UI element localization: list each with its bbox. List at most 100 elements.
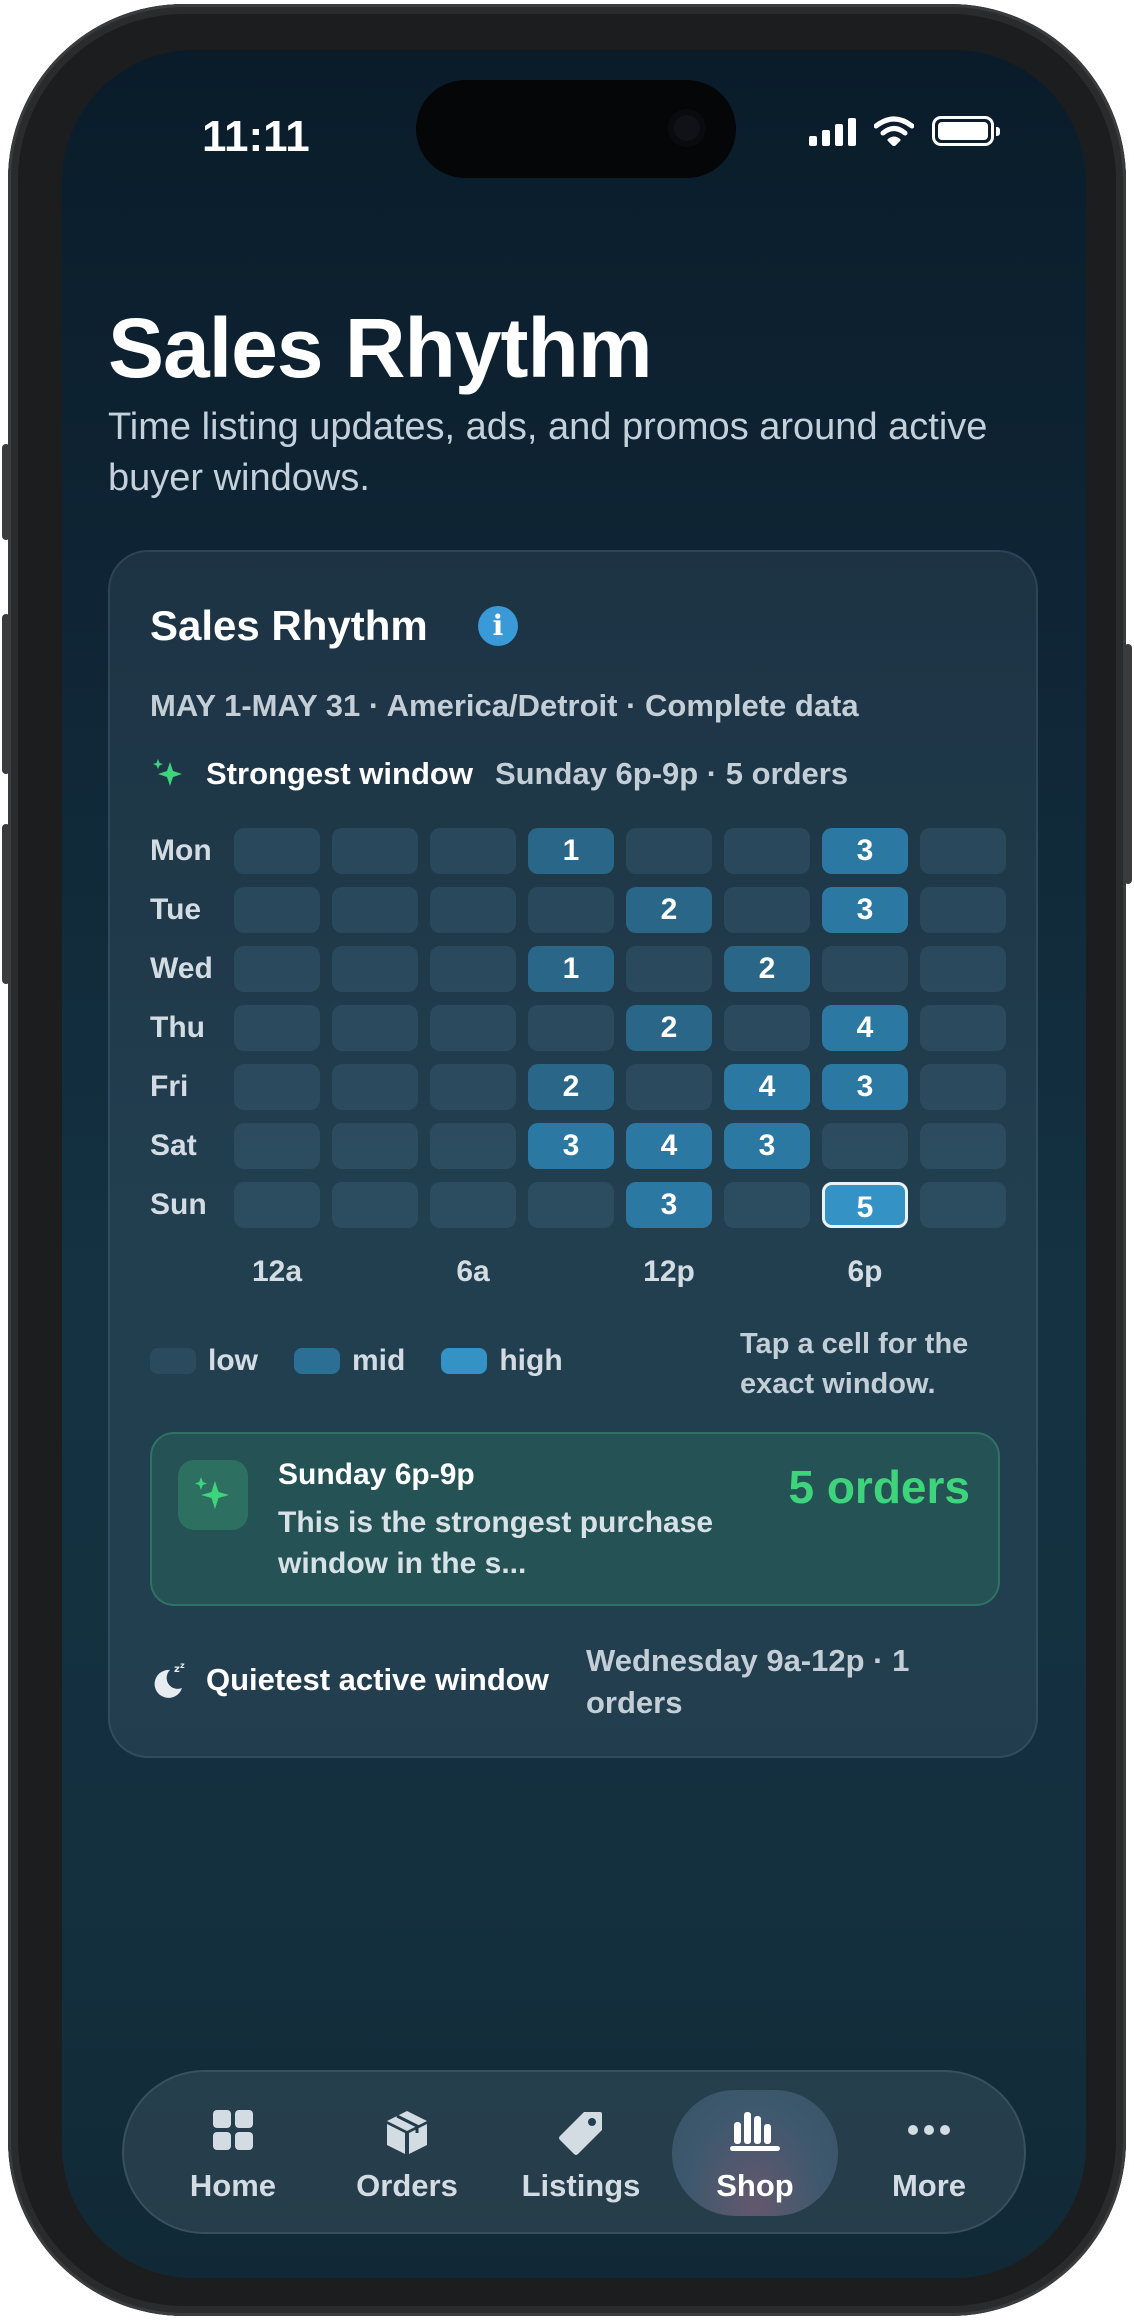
heatmap-cell[interactable] [234, 828, 320, 874]
legend-low-swatch [150, 1348, 196, 1374]
grid-icon [213, 2110, 253, 2150]
heatmap-cell[interactable] [724, 887, 810, 933]
heatmap-day-label: Fri [150, 1070, 189, 1103]
heatmap-cell[interactable]: 2 [528, 1064, 614, 1110]
heatmap-day-label: Tue [150, 893, 202, 926]
heatmap-cell[interactable] [234, 1005, 320, 1051]
heatmap-day-label: Sun [150, 1188, 207, 1221]
date-range-line: MAY 1-MAY 31 · America/Detroit · Complet… [150, 688, 859, 723]
tab-home[interactable]: Home [150, 2072, 316, 2232]
heatmap-cell[interactable] [724, 828, 810, 874]
legend-high-label: high [499, 1344, 563, 1377]
volume-down-button [2, 824, 10, 984]
heatmap-cell[interactable] [430, 1123, 516, 1169]
heatmap-cell[interactable] [332, 1064, 418, 1110]
status-icons [809, 116, 1000, 146]
heatmap-cell[interactable]: 1 [528, 946, 614, 992]
heatmap-cell[interactable] [528, 887, 614, 933]
tag-icon [559, 2112, 602, 2155]
legend-mid-label: mid [352, 1344, 406, 1377]
heatmap-cell[interactable]: 3 [822, 887, 908, 933]
status-time: 11:11 [202, 112, 310, 161]
heatmap-cell[interactable] [332, 1182, 418, 1228]
power-button [1124, 644, 1132, 884]
heatmap-cell[interactable] [430, 1182, 516, 1228]
heatmap-axis-label: 6p [847, 1255, 883, 1288]
heatmap-cell[interactable] [234, 1182, 320, 1228]
tab-bar: Home Orders Listings Shop More [122, 2070, 1026, 2234]
legend-mid-swatch [294, 1348, 340, 1374]
heatmap-cell[interactable] [234, 946, 320, 992]
heatmap-cell[interactable] [626, 1064, 712, 1110]
page-title: Sales Rhythm [108, 301, 653, 395]
heatmap-cell[interactable] [430, 887, 516, 933]
volume-up-button [2, 614, 10, 774]
heatmap-cell[interactable] [430, 946, 516, 992]
heatmap-cell[interactable] [332, 1005, 418, 1051]
heatmap-cell[interactable]: 3 [724, 1123, 810, 1169]
heatmap-cell[interactable]: 1 [528, 828, 614, 874]
wifi-icon [874, 116, 914, 146]
heatmap-cell[interactable] [234, 887, 320, 933]
info-icon[interactable]: i [478, 606, 518, 646]
heatmap-cell[interactable] [430, 1064, 516, 1110]
legend-low-label: low [208, 1344, 258, 1377]
heatmap-cell[interactable] [920, 1182, 1006, 1228]
heatmap-cell[interactable] [626, 828, 712, 874]
heatmap-cell[interactable]: 2 [626, 887, 712, 933]
heatmap-day-label: Thu [150, 1011, 205, 1044]
sparkle-icon [178, 1460, 248, 1530]
heatmap-cell[interactable] [724, 1182, 810, 1228]
quietest-window-value: Wednesday 9a-12p · 1 orders [586, 1643, 910, 1720]
heatmap-cell[interactable] [822, 946, 908, 992]
heatmap-cell[interactable] [528, 1005, 614, 1051]
heatmap-cell[interactable] [234, 1123, 320, 1169]
page-subtitle: Time listing updates, ads, and promos ar… [108, 406, 988, 499]
tab-orders[interactable]: Orders [324, 2072, 490, 2232]
tab-more[interactable]: More [846, 2072, 1012, 2232]
insight-count: 5 orders [788, 1461, 970, 1513]
heatmap-cell[interactable]: 3 [528, 1123, 614, 1169]
tab-label: Home [189, 2168, 277, 2203]
heatmap-day-label: Mon [150, 834, 212, 867]
action-button [2, 444, 10, 540]
heatmap-cell[interactable] [626, 946, 712, 992]
heatmap-axis-label: 12a [251, 1255, 303, 1288]
heatmap-cell[interactable] [332, 1123, 418, 1169]
heatmap-cell[interactable]: 4 [626, 1123, 712, 1169]
heatmap-cell[interactable] [920, 1064, 1006, 1110]
svg-text:z: z [180, 1661, 185, 1670]
tab-listings[interactable]: Listings [498, 2072, 664, 2232]
heatmap-cell[interactable]: 2 [724, 946, 810, 992]
heatmap-cell[interactable] [528, 1182, 614, 1228]
screen: 11:11 Sales Rhythm Time listing updates,… [62, 50, 1086, 2278]
heatmap-cell[interactable] [920, 1123, 1006, 1169]
heatmap-cell[interactable] [234, 1064, 320, 1110]
heatmap-cell[interactable] [332, 946, 418, 992]
dynamic-island [416, 80, 736, 178]
heatmap-cell[interactable]: 3 [822, 828, 908, 874]
heatmap-day-label: Sat [150, 1129, 197, 1162]
heatmap-cell[interactable]: 4 [822, 1005, 908, 1051]
heatmap-cell[interactable] [920, 946, 1006, 992]
tab-shop[interactable]: Shop [672, 2072, 838, 2232]
heatmap-cell[interactable]: 2 [626, 1005, 712, 1051]
heatmap-cell[interactable] [430, 828, 516, 874]
heatmap-cell[interactable]: 3 [822, 1064, 908, 1110]
heatmap-cell[interactable]: 4 [724, 1064, 810, 1110]
cellular-signal-icon [809, 116, 856, 146]
heatmap-cell[interactable] [920, 828, 1006, 874]
heatmap-day-label: Wed [150, 952, 213, 985]
heatmap-cell[interactable] [332, 887, 418, 933]
heatmap-cell[interactable] [724, 1005, 810, 1051]
insight-card[interactable]: Sunday 6p-9p This is the strongest purch… [150, 1432, 1000, 1606]
heatmap-cell[interactable] [822, 1123, 908, 1169]
heatmap-cell[interactable] [430, 1005, 516, 1051]
heatmap-cell[interactable] [332, 828, 418, 874]
sparkle-icon [153, 759, 182, 786]
heatmap-cell[interactable]: 3 [626, 1182, 712, 1228]
moon-zzz-icon: z z [154, 1661, 185, 1698]
heatmap-cell[interactable]: 5 [822, 1182, 908, 1228]
heatmap-cell[interactable] [920, 1005, 1006, 1051]
heatmap-cell[interactable] [920, 887, 1006, 933]
